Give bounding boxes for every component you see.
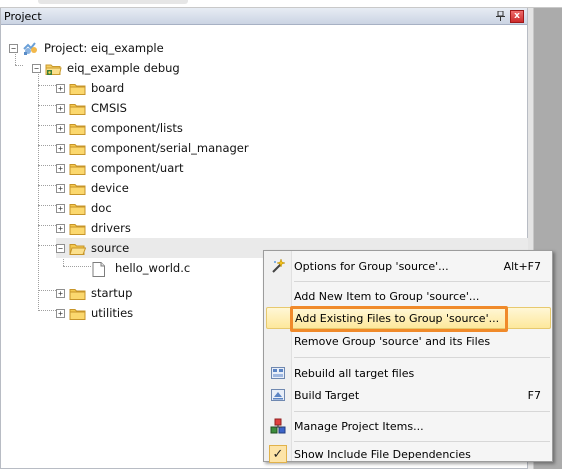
expand-icon[interactable]: + — [56, 223, 65, 233]
tree-group-utilities[interactable]: + utilities — [56, 303, 133, 323]
tree-group-cmsis[interactable]: + CMSIS — [56, 98, 127, 118]
expand-icon[interactable]: + — [56, 103, 65, 113]
expand-icon[interactable]: + — [56, 203, 65, 213]
tree-group-component-lists[interactable]: + component/lists — [56, 118, 183, 138]
tree-group-doc[interactable]: + doc — [56, 198, 112, 218]
panel-title: Project — [4, 9, 42, 23]
panel-header: Project x — [1, 8, 527, 25]
open-folder-icon — [69, 242, 86, 255]
folder-icon — [69, 182, 86, 195]
tree-target[interactable]: − eiq_example debug — [32, 58, 180, 78]
folder-icon — [69, 162, 86, 175]
group-label: source — [91, 241, 130, 255]
group-label: component/serial_manager — [91, 141, 249, 155]
tree-root-label: Project: eiq_example — [44, 41, 164, 55]
folder-icon — [69, 102, 86, 115]
folder-icon — [69, 222, 86, 235]
collapse-icon[interactable]: − — [32, 63, 41, 73]
file-label: hello_world.c — [115, 261, 191, 275]
expand-icon[interactable]: + — [56, 163, 65, 173]
group-label: CMSIS — [91, 101, 127, 115]
tree-group-component-uart[interactable]: + component/uart — [56, 158, 184, 178]
folder-icon — [69, 287, 86, 300]
project-icon — [22, 41, 39, 55]
context-menu: Options for Group 'source'... Alt+F7 Add… — [263, 250, 553, 465]
pin-icon[interactable] — [493, 10, 507, 23]
tree-file-hello-world[interactable]: hello_world.c — [92, 258, 190, 278]
menu-item-remove-group[interactable]: Remove Group 'source' and its Files — [266, 330, 551, 352]
menu-item-add-new-item[interactable]: Add New Item to Group 'source'... — [266, 285, 551, 307]
menu-item-build-target[interactable]: Build Target F7 — [266, 384, 551, 406]
group-label: utilities — [91, 306, 134, 320]
target-folder-icon — [45, 62, 62, 75]
menu-item-manage-project-items[interactable]: Manage Project Items... — [266, 415, 551, 437]
tree-group-board[interactable]: + board — [56, 78, 124, 98]
group-label: device — [91, 181, 129, 195]
tree-group-component-serial-manager[interactable]: + component/serial_manager — [56, 138, 249, 158]
wand-icon — [266, 255, 290, 277]
close-panel-button[interactable]: x — [510, 9, 524, 23]
check-icon: ✓ — [269, 445, 287, 463]
group-label: startup — [91, 286, 133, 300]
collapse-icon[interactable]: − — [9, 43, 18, 53]
expand-icon[interactable]: + — [56, 83, 65, 93]
file-icon — [92, 261, 106, 277]
group-label: board — [91, 81, 125, 95]
expand-icon[interactable]: + — [56, 183, 65, 193]
group-label: doc — [91, 201, 112, 215]
folder-icon — [69, 82, 86, 95]
collapse-icon[interactable]: − — [56, 243, 65, 253]
tree-group-device[interactable]: + device — [56, 178, 129, 198]
top-window-edge — [0, 0, 562, 8]
build-icon — [266, 384, 290, 406]
group-label: component/uart — [91, 161, 184, 175]
menu-item-add-existing-files[interactable]: Add Existing Files to Group 'source'... — [266, 307, 551, 329]
tree-group-drivers[interactable]: + drivers — [56, 218, 131, 238]
folder-icon — [69, 307, 86, 320]
folder-icon — [69, 122, 86, 135]
menu-item-show-include-deps[interactable]: ✓ Show Include File Dependencies — [266, 443, 551, 465]
expand-icon[interactable]: + — [56, 123, 65, 133]
tree-target-label: eiq_example debug — [67, 61, 180, 75]
menu-item-rebuild-all[interactable]: Rebuild all target files — [266, 362, 551, 384]
expand-icon[interactable]: + — [56, 143, 65, 153]
group-label: drivers — [91, 221, 131, 235]
group-label: component/lists — [91, 121, 183, 135]
tree-root[interactable]: − Project: eiq_example — [9, 38, 164, 58]
folder-icon — [69, 142, 86, 155]
rebuild-icon — [266, 362, 290, 384]
folder-icon — [69, 202, 86, 215]
tree-group-startup[interactable]: + startup — [56, 283, 132, 303]
menu-item-options-for-group[interactable]: Options for Group 'source'... Alt+F7 — [266, 255, 551, 277]
expand-icon[interactable]: + — [56, 288, 65, 298]
expand-icon[interactable]: + — [56, 308, 65, 318]
manage-icon — [266, 415, 290, 437]
